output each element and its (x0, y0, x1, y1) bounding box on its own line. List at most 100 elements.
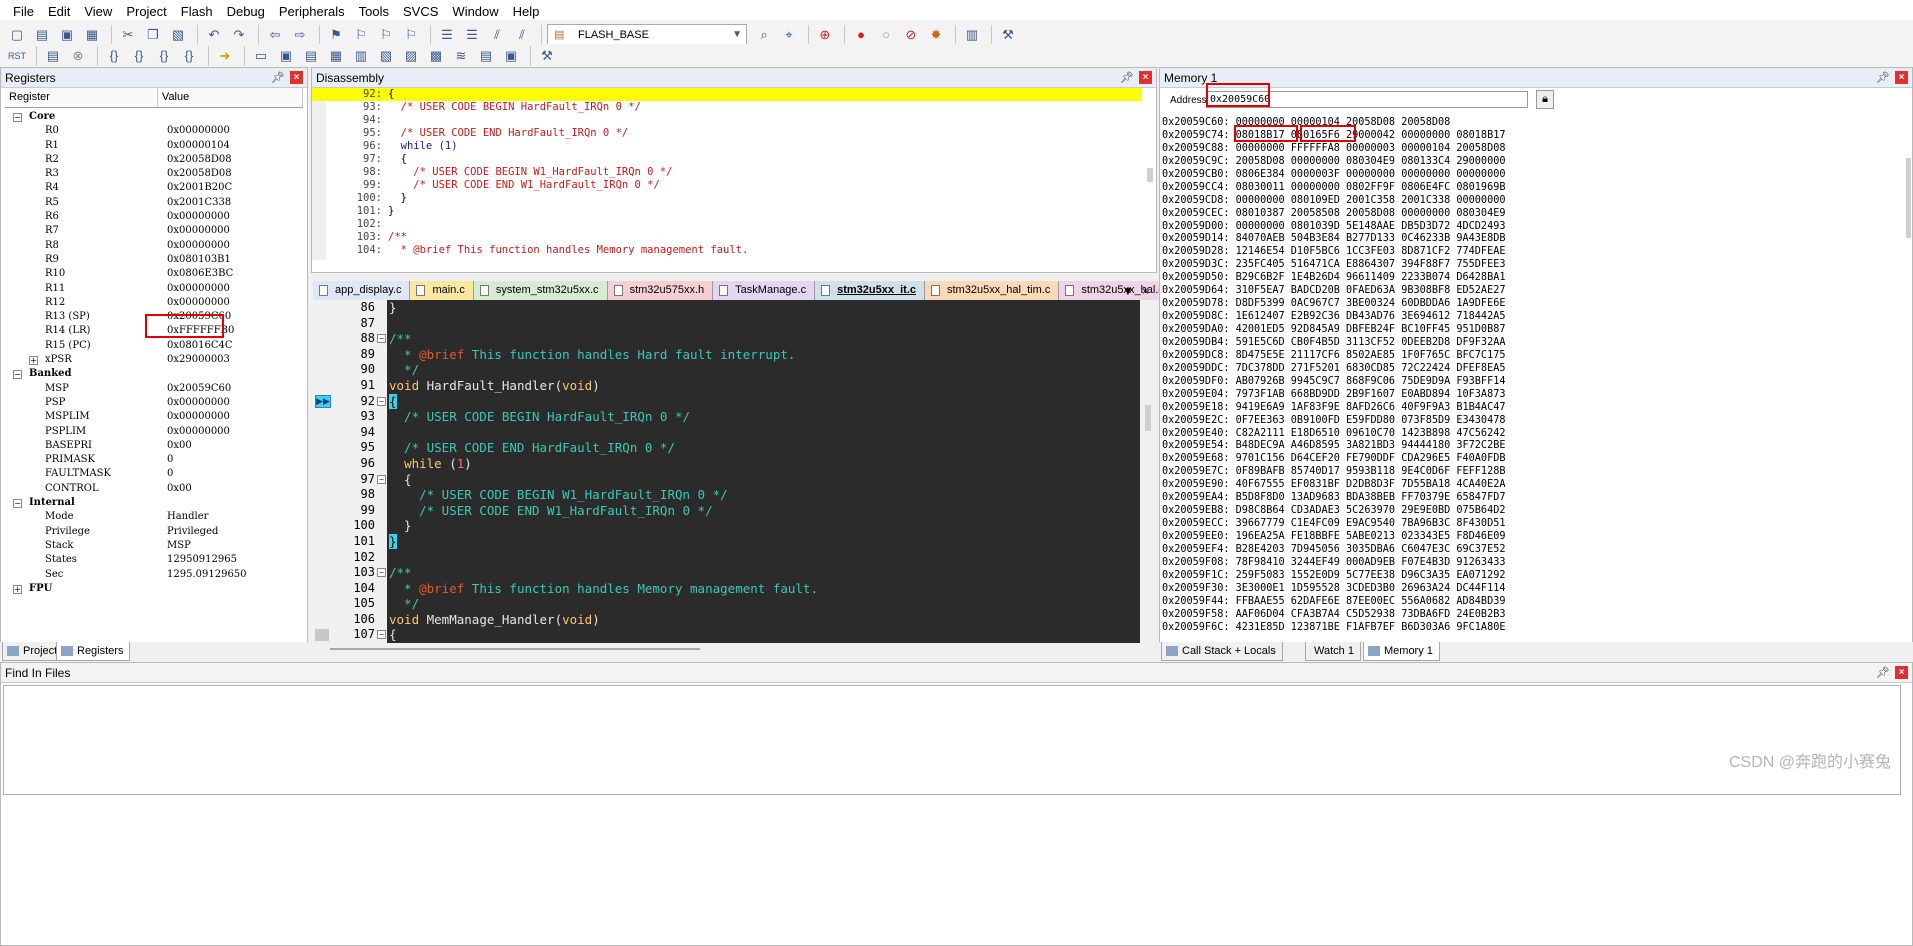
step-into-icon[interactable]: {} (103, 45, 125, 67)
memory-row[interactable]: 0x20059F58: AAF06D04 CFA3B7A4 C5D52938 7… (1160, 608, 1912, 621)
register-row[interactable]: + xPSR 0x29000003 (5, 353, 303, 367)
register-value[interactable]: 0x2001C338 (167, 196, 231, 210)
analysis-window-icon[interactable]: ≋ (450, 45, 472, 67)
disassembly-line[interactable]: 103: /** (312, 231, 1142, 244)
register-row[interactable]: PRIMASK 0 (5, 453, 303, 467)
register-row[interactable]: R8 0x00000000 (5, 239, 303, 253)
register-row[interactable]: R2 0x20058D08 (5, 153, 303, 167)
enable-breakpoint-icon[interactable]: ○ (875, 24, 897, 46)
register-value[interactable]: 0 (167, 467, 173, 481)
editor-hscrollbar[interactable] (330, 648, 700, 650)
fold-toggle-icon[interactable]: − (377, 474, 386, 484)
register-value[interactable]: 0x080103B1 (167, 253, 231, 267)
memory-row[interactable]: 0x20059D14: 84070AEB 504B3E84 B277D133 0… (1160, 232, 1912, 245)
code-line[interactable]: 98 /* USER CODE BEGIN W1_HardFault_IRQn … (313, 487, 1140, 503)
register-row[interactable]: PSPLIM 0x00000000 (5, 425, 303, 439)
register-row[interactable]: R1 0x00000104 (5, 139, 303, 153)
register-row[interactable]: Privilege Privileged (5, 525, 303, 539)
register-value[interactable]: Privileged (167, 525, 218, 539)
debug-session-icon[interactable]: ⊕ (814, 24, 836, 46)
pin-icon[interactable]: 📌︎ (1876, 663, 1890, 683)
memory-row[interactable]: 0x20059CC4: 08030011 00000000 0802FF9F 0… (1160, 181, 1912, 194)
disassembly-line[interactable]: 98: /* USER CODE BEGIN W1_HardFault_IRQn… (312, 166, 1142, 179)
memory-row[interactable]: 0x20059E2C: 0F7EE363 0B9100FD E59FDD80 0… (1160, 414, 1912, 427)
code-line[interactable]: 105 */ (313, 596, 1140, 612)
memory-row[interactable]: 0x20059DDC: 7DC378DD 271F5201 6830CD85 7… (1160, 362, 1912, 375)
register-value[interactable]: MSP (167, 539, 191, 553)
code-line[interactable]: 97− { (313, 472, 1140, 488)
memory-row[interactable]: 0x20059E68: 9701C156 D64CEF20 FE790DDF C… (1160, 452, 1912, 465)
run-icon[interactable]: ▤ (42, 45, 64, 67)
memory-row[interactable]: 0x20059F6C: 4231E85D 123871BE F1AFB7EF B… (1160, 621, 1912, 634)
uncomment-icon[interactable]: ⫽ (511, 24, 533, 46)
disassembly-scrollbar[interactable] (1147, 168, 1153, 182)
lock-icon[interactable]: 🔒︎ (1536, 90, 1554, 109)
disassembly-line[interactable]: 101:} (312, 205, 1142, 218)
register-value[interactable]: 0x00000104 (167, 139, 230, 153)
code-line[interactable]: 106 void MemManage_Handler(void) (313, 612, 1140, 628)
save-icon[interactable]: ▣ (56, 24, 78, 46)
register-row[interactable]: States 12950912965 (5, 553, 303, 567)
code-line[interactable]: 94 (313, 425, 1140, 441)
bookmark-icon[interactable]: ⚑ (325, 24, 347, 46)
memory-window-icon[interactable]: ▨ (400, 45, 422, 67)
code-line[interactable]: 89 * @brief This function handles Hard f… (313, 347, 1140, 363)
register-value[interactable]: 0x00 (167, 439, 192, 453)
expand-icon[interactable]: + (13, 584, 22, 594)
memory-row[interactable]: 0x20059D3C: 235FC405 516471CA E8864307 3… (1160, 258, 1912, 271)
fold-toggle-icon[interactable]: − (377, 396, 386, 406)
disassembly-code[interactable]: 92: {93: /* USER CODE BEGIN HardFault_IRQ… (312, 88, 1142, 260)
memory-row[interactable]: 0x20059CD8: 00000000 080109ED 2001C358 2… (1160, 194, 1912, 207)
tab-system-stm32u5xx-c[interactable]: system_stm32u5xx.c (473, 281, 608, 300)
find-results-area[interactable] (3, 685, 1901, 795)
code-line[interactable]: 95 /* USER CODE END HardFault_IRQn 0 */ (313, 440, 1140, 456)
undo-icon[interactable]: ↶ (203, 24, 225, 46)
close-icon[interactable]: × (1895, 71, 1908, 84)
pin-icon[interactable]: 📌︎ (271, 68, 285, 88)
configure-icon[interactable]: ⚒ (997, 24, 1019, 46)
close-icon[interactable]: × (1895, 666, 1908, 679)
code-line[interactable]: 88−/** (313, 331, 1140, 347)
memory-row[interactable]: 0x20059E7C: 0F89BAFB 85740D17 9593B118 9… (1160, 465, 1912, 478)
register-value[interactable]: 0x00000000 (167, 396, 230, 410)
disable-breakpoints-icon[interactable]: ⊘ (900, 24, 922, 46)
open-file-icon[interactable]: ▤ (31, 24, 53, 46)
symbols-window-icon[interactable]: ▤ (300, 45, 322, 67)
code-line[interactable]: 104 * @brief This function handles Memor… (313, 581, 1140, 597)
tab-stm32u5xx-hal-tim-c[interactable]: stm32u5xx_hal_tim.c (925, 281, 1060, 300)
memory-row[interactable]: 0x20059DA0: 42001ED5 92D845A9 DBFEB24F B… (1160, 323, 1912, 336)
memory-row[interactable]: 0x20059F08: 78F98410 3244EF49 000AD9EB F… (1160, 556, 1912, 569)
register-value[interactable]: 0x00000000 (167, 296, 230, 310)
tab-project[interactable]: Project (2, 642, 65, 661)
run-to-cursor-icon[interactable]: {} (178, 45, 200, 67)
watch-window-icon[interactable]: ▧ (375, 45, 397, 67)
fold-toggle-icon[interactable]: − (377, 334, 386, 344)
close-icon[interactable]: × (1139, 71, 1152, 84)
code-line[interactable]: 100 } (313, 518, 1140, 534)
tab-registers[interactable]: Registers (56, 642, 131, 661)
code-editor[interactable]: 86} 87 88−/** 89 * @brief This function han… (313, 300, 1140, 643)
register-value[interactable]: 0x08016C4C (167, 339, 232, 353)
register-column-header[interactable]: Register (5, 88, 158, 107)
code-line[interactable]: 99 /* USER CODE END W1_HardFault_IRQn 0 … (313, 503, 1140, 519)
code-line[interactable]: 91 void HardFault_Handler(void) (313, 378, 1140, 394)
serial-window-icon[interactable]: ▩ (425, 45, 447, 67)
paste-icon[interactable]: ▧ (167, 24, 189, 46)
memory-row[interactable]: 0x20059E18: 9419E6A9 1AF83F9E 8AFD26C6 4… (1160, 401, 1912, 414)
unindent-icon[interactable]: ☰ (461, 24, 483, 46)
nav-forward-icon[interactable]: ⇨ (289, 24, 311, 46)
register-value[interactable]: 0x00000000 (167, 210, 230, 224)
disassembly-line[interactable]: 93: /* USER CODE BEGIN HardFault_IRQn 0 … (312, 101, 1142, 114)
register-value[interactable]: 0x00000000 (167, 239, 230, 253)
register-row[interactable]: R0 0x00000000 (5, 124, 303, 138)
bookmark-prev-icon[interactable]: ⚐ (350, 24, 372, 46)
disassembly-line[interactable]: 99: /* USER CODE END W1_HardFault_IRQn 0… (312, 179, 1142, 192)
register-row[interactable]: R11 0x00000000 (5, 282, 303, 296)
code-line[interactable]: 90 */ (313, 362, 1140, 378)
register-value[interactable]: 0x20058D08 (167, 153, 232, 167)
tab-list-icon[interactable]: ▼ (1122, 284, 1134, 298)
cut-icon[interactable]: ✂ (117, 24, 139, 46)
editor-scrollbar[interactable] (1145, 405, 1151, 431)
disassembly-window-icon[interactable]: ▣ (275, 45, 297, 67)
register-row[interactable]: R15 (PC) 0x08016C4C (5, 339, 303, 353)
